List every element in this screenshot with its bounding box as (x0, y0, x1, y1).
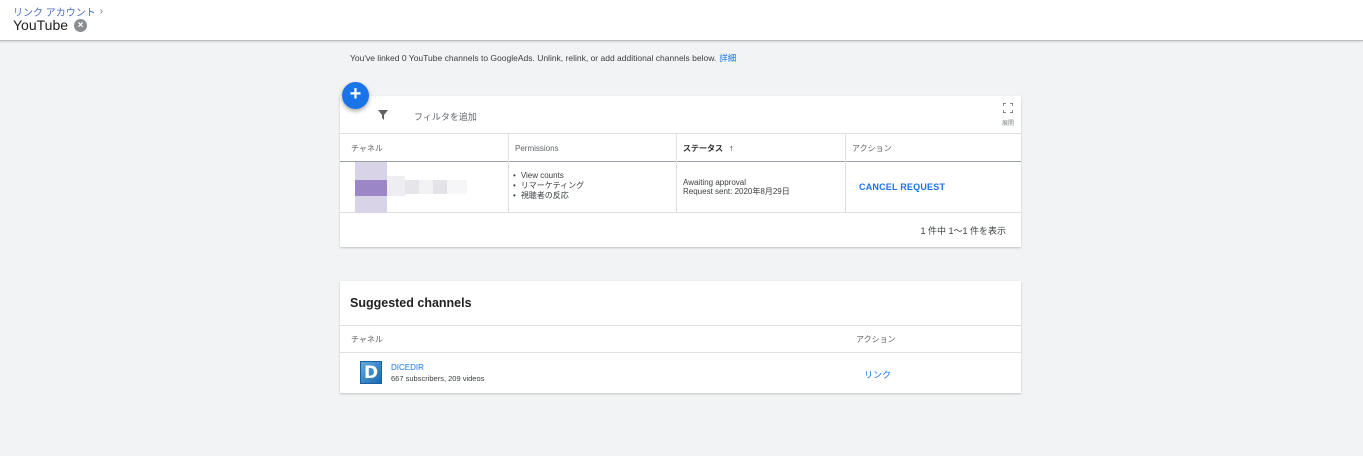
learn-more-link[interactable]: 詳細 (719, 53, 736, 63)
status-cell: Awaiting approval Request sent: 2020年8月2… (676, 162, 845, 213)
table-row: View counts リマーケティング 視聴者の反応 Awaiting app… (340, 162, 1021, 213)
suggested-channels-title: Suggested channels (350, 296, 472, 310)
add-channel-button[interactable]: + (342, 82, 369, 109)
channel-stats: 667 subscribers, 209 videos (391, 374, 485, 383)
channel-logo: D (360, 361, 382, 384)
top-bar: リンク アカウント › YouTube × (0, 0, 1363, 41)
permission-item: 視聴者の反応 (513, 191, 676, 201)
permission-item: リマーケティング (513, 181, 676, 191)
page-title: YouTube × (13, 17, 88, 33)
sort-ascending-icon: ↑ (729, 143, 734, 153)
linked-channels-card: フィルタを追加 展開 チャネル Permissions ステータス ↑ アクショ… (340, 96, 1021, 247)
column-header-channel[interactable]: チャネル (340, 134, 508, 162)
permission-item: View counts (513, 171, 676, 181)
fullscreen-icon (1003, 103, 1013, 113)
table-header: チャネル Permissions ステータス ↑ アクション (340, 134, 1021, 162)
permissions-cell: View counts リマーケティング 視聴者の反応 (508, 162, 676, 213)
column-header-permissions[interactable]: Permissions (508, 134, 676, 162)
filter-row: フィルタを追加 展開 (340, 96, 1021, 134)
column-header-status-label: ステータス (683, 143, 723, 153)
action-cell: CANCEL REQUEST (845, 162, 1021, 213)
pagination-summary: 1 件中 1～1 件を表示 (920, 226, 1006, 236)
column-header-action: アクション (845, 134, 1021, 162)
status-awaiting: Awaiting approval (683, 178, 747, 187)
info-message: You've linked 0 YouTube channels to Goog… (350, 52, 736, 64)
permissions-list: View counts リマーケティング 視聴者の反応 (509, 162, 676, 201)
expand-label: 展開 (1001, 121, 1014, 127)
link-channel-button[interactable]: リンク (864, 368, 891, 381)
suggested-table-header: チャネル アクション (340, 325, 1021, 353)
channel-cell (340, 162, 508, 213)
suggested-column-action: アクション (856, 335, 896, 344)
expand-button[interactable]: 展開 (1001, 103, 1015, 127)
page-title-text: YouTube (13, 17, 69, 33)
filter-icon[interactable] (378, 110, 388, 120)
column-header-status[interactable]: ステータス ↑ (676, 134, 845, 162)
add-filter-button[interactable]: フィルタを追加 (414, 110, 477, 123)
cancel-request-button[interactable]: CANCEL REQUEST (859, 182, 945, 192)
info-text: You've linked 0 YouTube channels to Goog… (350, 53, 717, 63)
chevron-right-icon: › (99, 6, 104, 17)
suggested-column-channel: チャネル (351, 335, 383, 344)
suggested-channels-card: Suggested channels チャネル アクション D DICEDIR … (340, 281, 1021, 393)
status-request-sent: Request sent: 2020年8月29日 (683, 187, 790, 196)
channel-name-link[interactable]: DICEDIR (391, 363, 424, 372)
list-item: D DICEDIR 667 subscribers, 209 videos リン… (340, 353, 1021, 393)
close-icon[interactable]: × (74, 18, 88, 32)
